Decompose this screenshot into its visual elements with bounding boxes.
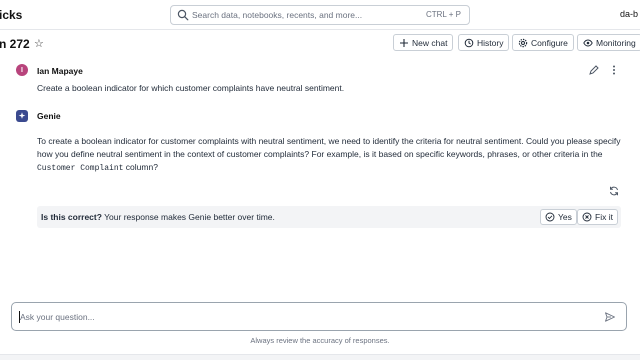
genie-name: Genie [37,111,61,121]
user-avatar: I [16,64,28,76]
column-code: Customer Complaint [37,164,124,173]
yes-button[interactable]: Yes [540,209,577,225]
check-circle-icon [545,212,555,222]
history-button[interactable]: History [458,34,510,51]
genie-icon [16,110,28,122]
monitoring-label: Monitoring [596,37,636,48]
history-label: History [477,37,504,48]
top-bar: icks Search data, notebooks, recents, an… [0,0,640,30]
search-icon [177,9,189,21]
gear-icon [518,38,528,47]
disclaimer-text: Always review the accuracy of responses. [250,336,390,345]
search-shortcut: CTRL + P [425,10,461,19]
star-icon[interactable]: ☆ [34,37,44,50]
feedback-prompt: Is this correct? Your response makes Gen… [41,212,275,222]
app-brand[interactable]: icks [0,8,22,22]
global-search[interactable]: Search data, notebooks, recents, and mor… [170,5,470,25]
search-placeholder: Search data, notebooks, recents, and mor… [192,10,363,20]
footer-divider [0,354,640,360]
eye-icon [583,39,593,46]
question-input[interactable] [20,310,580,324]
fix-it-label: Fix it [595,212,613,222]
history-icon [464,38,474,47]
monitoring-button[interactable]: Monitoring [577,34,640,51]
genie-message-text: To create a boolean indicator for custom… [37,136,621,159]
feedback-description: Your response makes Genie better over ti… [104,212,275,222]
chat-input-box[interactable] [11,302,627,331]
edit-icon[interactable] [588,64,600,76]
space-header: n 272 ☆ New chat History Configure Monit… [0,34,640,54]
workspace-name[interactable]: da-b [620,9,638,19]
configure-label: Configure [531,37,568,48]
yes-label: Yes [558,212,572,222]
fix-it-button[interactable]: Fix it [577,209,618,225]
x-circle-icon [582,212,592,222]
user-name: Ian Mapaye [37,66,83,76]
configure-button[interactable]: Configure [512,34,574,51]
new-chat-label: New chat [412,37,448,48]
genie-message-text-end: column? [125,162,158,172]
feedback-question: Is this correct? [41,212,102,222]
plus-icon [400,38,408,47]
user-message: Create a boolean indicator for which cus… [37,83,345,93]
regenerate-icon[interactable] [608,185,620,197]
feedback-bar: Is this correct? Your response makes Gen… [37,206,621,228]
genie-message: To create a boolean indicator for custom… [37,135,627,175]
page-title: n 272 [0,37,30,51]
send-icon[interactable] [604,311,616,323]
new-chat-button[interactable]: New chat [393,34,454,51]
more-options-icon[interactable] [608,64,620,76]
